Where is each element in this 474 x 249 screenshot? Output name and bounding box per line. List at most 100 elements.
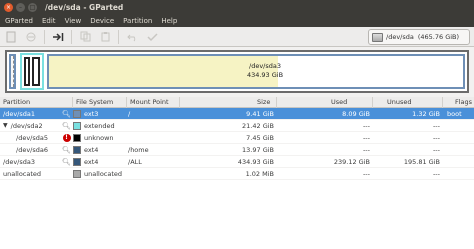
toolbar-separator: [71, 29, 72, 44]
map-segment-extended[interactable]: [20, 53, 44, 90]
flags: [443, 168, 474, 180]
column-header-mountpoint[interactable]: Mount Point: [127, 97, 180, 108]
used: 8.09 GiB: [342, 109, 370, 118]
new-document-icon: [6, 31, 16, 42]
size: 13.97 GiB: [242, 145, 274, 154]
device-selector[interactable]: /dev/sda (465.76 GiB): [368, 29, 470, 45]
used: ---: [362, 133, 370, 142]
used: ---: [362, 121, 370, 130]
paste-icon: [101, 32, 109, 42]
title-bar: × – □ /dev/sda - GParted: [0, 0, 474, 14]
partition-name: /dev/sda1: [3, 109, 35, 118]
window-title: /dev/sda - GParted: [45, 2, 124, 12]
menu-help[interactable]: Help: [161, 17, 177, 25]
partition-name: unallocated: [3, 169, 42, 178]
size: 7.45 GiB: [246, 133, 274, 142]
mount-point: [127, 120, 180, 132]
unused: 195.81 GiB: [403, 157, 440, 166]
unused: ---: [432, 121, 440, 130]
partition-map-area: /dev/sda3 434.93 GiB: [0, 47, 474, 97]
used: 239.12 GiB: [333, 157, 370, 166]
menu-gparted[interactable]: GParted: [5, 17, 33, 25]
close-window-button[interactable]: ×: [4, 2, 13, 12]
delete-partition-button[interactable]: [24, 30, 38, 44]
column-header-flags[interactable]: Flags: [443, 97, 474, 108]
paste-button[interactable]: [98, 30, 112, 44]
map-segment-sda1[interactable]: [9, 54, 16, 89]
copy-button[interactable]: [78, 30, 92, 44]
partition-name: /dev/sda5: [16, 133, 48, 142]
mount-point: /: [128, 109, 131, 118]
toolbar-separator: [118, 29, 119, 44]
mount-point: [127, 168, 180, 180]
mount-point: [127, 132, 180, 144]
partition-table: Partition File System Mount Point Size U…: [0, 97, 474, 249]
table-header: Partition File System Mount Point Size U…: [0, 97, 474, 108]
new-partition-button[interactable]: [4, 30, 18, 44]
menu-partition[interactable]: Partition: [123, 17, 152, 25]
map-sda3-name: /dev/sda3: [249, 62, 281, 70]
partition-name: /dev/sda3: [3, 157, 35, 166]
map-segment-sda3-label: /dev/sda3 434.93 GiB: [235, 62, 295, 80]
size: 434.93 GiB: [237, 157, 274, 166]
filesystem-color-swatch: [73, 121, 81, 130]
flags: [443, 132, 474, 144]
key-icon: 🔍︎: [62, 145, 71, 154]
key-icon: 🔍︎: [62, 109, 71, 118]
undo-icon: [126, 34, 135, 41]
partition-name: /dev/sda6: [16, 145, 48, 154]
partition-map: /dev/sda3 434.93 GiB: [5, 50, 469, 93]
mount-point: /home: [128, 145, 149, 154]
filesystem: extended: [84, 121, 115, 130]
menu-edit[interactable]: Edit: [42, 17, 56, 25]
column-header-size[interactable]: Size: [180, 97, 277, 108]
filesystem: unknown: [84, 133, 114, 142]
menu-device[interactable]: Device: [90, 17, 114, 25]
maximize-window-button[interactable]: □: [28, 2, 37, 12]
map-sda3-size: 434.93 GiB: [246, 71, 284, 79]
map-segment-sda6[interactable]: [32, 57, 40, 86]
filesystem-color-swatch: [73, 109, 81, 118]
column-header-unused[interactable]: Unused: [373, 97, 443, 108]
flags: [443, 156, 474, 168]
expand-triangle-icon[interactable]: ▼: [3, 120, 8, 132]
no-entry-icon: [26, 32, 36, 41]
resize-move-button[interactable]: [51, 30, 65, 44]
size: 21.42 GiB: [242, 121, 274, 130]
filesystem-color-swatch: [73, 169, 81, 178]
table-row[interactable]: /dev/sda1 🔍︎ ext3 / 9.41 GiB 8.09 GiB 1.…: [0, 108, 474, 120]
map-segment-sda5[interactable]: [24, 57, 30, 86]
map-segment-sda3[interactable]: /dev/sda3 434.93 GiB: [47, 54, 465, 89]
table-row[interactable]: /dev/sda5 ! unknown 7.45 GiB --- ---: [0, 132, 474, 144]
copy-icon: [80, 31, 90, 42]
menu-view[interactable]: View: [65, 17, 82, 25]
toolbar-separator: [44, 29, 45, 44]
filesystem: unallocated: [84, 169, 123, 178]
mount-point: /ALL: [128, 157, 142, 166]
filesystem: ext4: [84, 145, 99, 154]
table-row[interactable]: ▼/dev/sda2 🔍︎ extended 21.42 GiB --- ---: [0, 120, 474, 132]
unused: ---: [432, 133, 440, 142]
filesystem-color-swatch: [73, 133, 81, 142]
column-header-used[interactable]: Used: [277, 97, 373, 108]
unused: 1.32 GiB: [412, 109, 440, 118]
size: 1.02 MiB: [245, 169, 274, 178]
flags: boot: [447, 109, 462, 118]
used: ---: [362, 145, 370, 154]
warning-icon: !: [62, 133, 71, 142]
table-row[interactable]: /dev/sda3 🔍︎ ext4 /ALL 434.93 GiB 239.12…: [0, 156, 474, 168]
key-icon: 🔍︎: [62, 157, 71, 166]
filesystem: ext3: [84, 109, 99, 118]
device-size: (465.76 GiB): [417, 33, 460, 41]
table-row[interactable]: unallocated unallocated 1.02 MiB --- ---: [0, 168, 474, 180]
checkmark-icon: [146, 32, 158, 41]
flags: [443, 144, 474, 156]
column-header-filesystem[interactable]: File System: [73, 97, 127, 108]
table-row[interactable]: /dev/sda6 🔍︎ ext4 /home 13.97 GiB --- --…: [0, 144, 474, 156]
undo-button[interactable]: [125, 30, 139, 44]
filesystem: ext4: [84, 157, 99, 166]
minimize-window-button[interactable]: –: [16, 2, 25, 12]
size: 9.41 GiB: [246, 109, 274, 118]
apply-button[interactable]: [145, 30, 159, 44]
column-header-partition[interactable]: Partition: [0, 97, 73, 108]
